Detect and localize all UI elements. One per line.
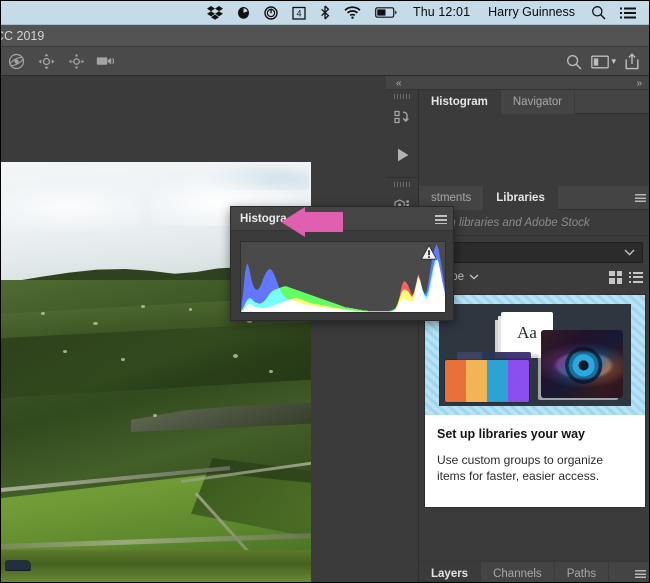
photo-rock-speck bbox=[93, 322, 98, 325]
histogram-svg bbox=[241, 242, 446, 313]
tab-paths[interactable]: Paths bbox=[555, 562, 609, 583]
promo-artwork: Aa bbox=[425, 295, 645, 415]
promo-heading: Set up libraries your way bbox=[437, 427, 633, 441]
dock-collapse-bar: « » bbox=[386, 76, 650, 90]
promo-eye-image bbox=[541, 330, 623, 398]
camera-3d-tool[interactable] bbox=[91, 47, 121, 76]
libraries-promo-card[interactable]: Aa Set up libraries your way bbox=[425, 295, 645, 507]
calendar-icon[interactable]: 4 bbox=[285, 1, 313, 25]
photo-cloud bbox=[1, 182, 141, 232]
hamburger-glyph bbox=[635, 194, 646, 202]
battery-icon[interactable] bbox=[368, 1, 404, 25]
promo-text-block: Set up libraries your way Use custom gro… bbox=[425, 415, 645, 484]
tab-libraries[interactable]: Libraries bbox=[484, 186, 558, 210]
menu-bar-clock[interactable]: Thu 12:01 bbox=[404, 1, 479, 25]
histogram-navigator-panel-group: Histogram Navigator bbox=[419, 90, 650, 184]
menu-bar-username[interactable]: Harry Guinness bbox=[479, 1, 584, 25]
app-title: CC 2019 bbox=[0, 29, 44, 43]
tab-layers[interactable]: Layers bbox=[419, 562, 481, 583]
chevron-down-icon bbox=[469, 274, 479, 280]
libraries-view-toggle bbox=[609, 271, 643, 284]
photo-rock-speck bbox=[141, 305, 145, 308]
panel-tab-row: Layers Channels Paths bbox=[419, 562, 650, 583]
options-right-tools: ▾ bbox=[561, 47, 645, 76]
right-panel-dock: « » bbox=[386, 76, 650, 583]
photo-rock-speck bbox=[153, 414, 157, 417]
layers-panel-group: Layers Channels Paths Kind bbox=[419, 562, 650, 583]
search-icon[interactable] bbox=[584, 1, 613, 25]
promo-color-swatches bbox=[445, 360, 529, 402]
histogram-graph bbox=[240, 241, 446, 313]
options-toolbar: ▾ bbox=[1, 47, 650, 76]
wifi-icon[interactable] bbox=[337, 1, 368, 25]
workspace-icon[interactable] bbox=[587, 47, 613, 76]
promo-artwork-inner: Aa bbox=[439, 304, 631, 406]
share-icon[interactable] bbox=[619, 47, 645, 76]
power-icon[interactable] bbox=[257, 1, 285, 25]
tab-histogram[interactable]: Histogram bbox=[419, 90, 501, 114]
dropbox-icon[interactable] bbox=[200, 1, 230, 25]
photo-rock-speck bbox=[63, 350, 67, 353]
list-view-icon[interactable] bbox=[629, 272, 643, 283]
histogram-channel-blue bbox=[241, 244, 446, 313]
orbit-3d-tool[interactable] bbox=[1, 47, 31, 76]
rail-grip[interactable] bbox=[394, 182, 411, 187]
promo-eye-vignette bbox=[541, 330, 623, 398]
app-title-bar: CC 2019 bbox=[1, 25, 650, 47]
photo-foreground-strip bbox=[1, 550, 311, 583]
photo-rock-speck bbox=[189, 308, 192, 311]
search-icon[interactable] bbox=[561, 47, 587, 76]
panel-tab-row: Histogram Navigator bbox=[419, 90, 650, 114]
pan-3d-tool[interactable] bbox=[31, 47, 61, 76]
actions-icon[interactable] bbox=[386, 101, 419, 137]
panel-menu-icon[interactable] bbox=[629, 186, 650, 210]
library-select-dropdown[interactable]: o bbox=[427, 242, 643, 263]
grid-view-icon[interactable] bbox=[609, 271, 622, 284]
photo-rock-speck bbox=[233, 354, 238, 358]
bluetooth-icon[interactable] bbox=[313, 1, 337, 25]
tab-navigator[interactable]: Navigator bbox=[501, 90, 575, 114]
collapsed-panel-rail bbox=[386, 90, 419, 583]
panel-menu-icon[interactable] bbox=[629, 562, 650, 583]
collapse-panels-left-icon[interactable]: « bbox=[396, 78, 401, 89]
slide-3d-tool[interactable] bbox=[61, 47, 91, 76]
tab-channels[interactable]: Channels bbox=[481, 562, 555, 583]
promo-body: Use custom groups to organize items for … bbox=[437, 452, 633, 484]
collapse-panels-right-icon[interactable]: » bbox=[636, 78, 641, 89]
photo-rock-speck bbox=[121, 358, 125, 361]
timer-icon[interactable] bbox=[230, 1, 257, 25]
annotation-arrow bbox=[279, 207, 343, 237]
photoshop-window: 4 Thu 12:01 Harry Guinness bbox=[0, 0, 650, 583]
calendar-day: 4 bbox=[296, 8, 301, 18]
photo-rock-speck bbox=[41, 312, 45, 315]
photo-vehicle bbox=[5, 560, 31, 570]
rail-group-actions bbox=[386, 94, 418, 178]
panel-menu-icon[interactable] bbox=[435, 215, 447, 224]
document-canvas[interactable] bbox=[1, 76, 386, 583]
cached-data-warning-icon[interactable] bbox=[421, 245, 437, 260]
hamburger-glyph bbox=[635, 570, 646, 578]
photo-rock-speck bbox=[269, 370, 273, 373]
notification-center-icon[interactable] bbox=[613, 1, 643, 25]
chevron-down-icon bbox=[624, 249, 635, 256]
macos-menu-bar: 4 Thu 12:01 Harry Guinness bbox=[1, 1, 650, 25]
rail-grip[interactable] bbox=[394, 94, 411, 99]
play-icon[interactable] bbox=[386, 137, 419, 173]
